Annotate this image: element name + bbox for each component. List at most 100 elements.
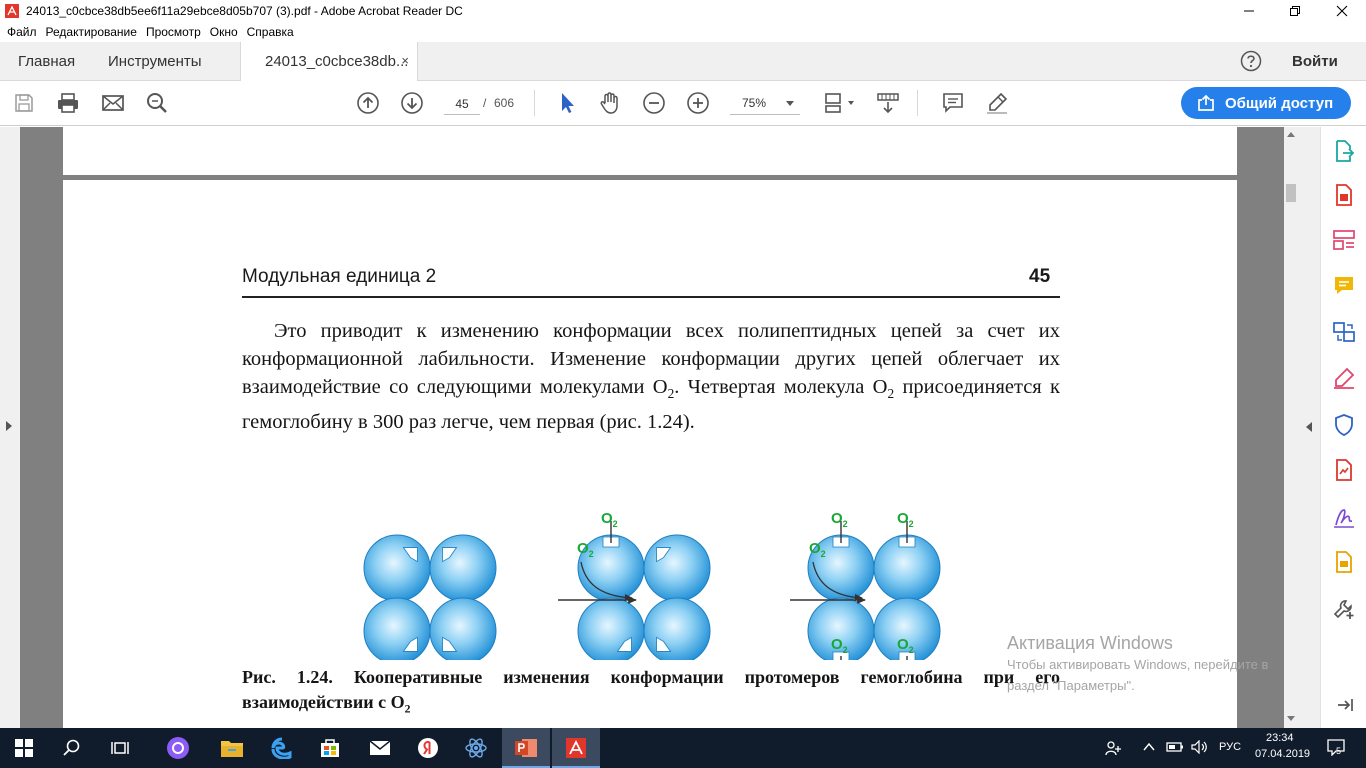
yandex-browser-icon[interactable] (404, 728, 452, 768)
comment-icon[interactable] (941, 91, 965, 115)
clock-time[interactable]: 23:34 (1266, 732, 1294, 744)
highlight-pen-icon[interactable] (985, 91, 1009, 115)
close-tab-icon[interactable]: × (401, 53, 409, 68)
select-pointer-icon[interactable] (555, 91, 579, 115)
sign-in-link[interactable]: Войти (1292, 53, 1338, 70)
protomer-globule (429, 534, 497, 602)
chevron-up-icon[interactable] (1142, 740, 1156, 754)
hand-tool-icon[interactable] (598, 91, 622, 115)
input-language-indicator[interactable]: РУС (1219, 741, 1241, 753)
email-icon[interactable] (101, 91, 125, 115)
chevron-down-icon (786, 101, 794, 106)
acrobat-taskbar-icon[interactable] (552, 728, 600, 768)
left-panel-toggle[interactable] (0, 127, 20, 728)
menu-bar: Файл Редактирование Просмотр Окно Справк… (0, 22, 1366, 42)
tab-document-label: 24013_c0cbce38db... (265, 53, 409, 70)
toolbar-divider (917, 90, 918, 116)
scroll-mode-icon[interactable] (876, 91, 900, 115)
more-tools-icon[interactable] (1332, 597, 1356, 621)
next-page-icon[interactable] (400, 91, 424, 115)
file-explorer-icon[interactable] (208, 728, 256, 768)
save-icon[interactable] (12, 91, 36, 115)
activation-watermark-line: Чтобы активировать Windows, перейдите в (1007, 657, 1269, 672)
page-fit-icon[interactable] (820, 91, 860, 115)
collapse-panel-icon[interactable] (1332, 693, 1356, 717)
activation-watermark-line: раздел "Параметры". (1007, 678, 1135, 693)
o2-label: O2 (601, 510, 618, 529)
scroll-down-arrow-icon[interactable] (1287, 716, 1295, 721)
o2-label: O2 (897, 510, 914, 529)
toolbar-divider (534, 90, 535, 116)
protomer-globule (363, 597, 431, 660)
scroll-up-arrow-icon[interactable] (1287, 132, 1295, 137)
page-number-input[interactable] (444, 93, 480, 115)
pdf-page-previous (63, 127, 1237, 175)
menu-file[interactable]: Файл (3, 25, 42, 39)
windows-start-icon[interactable] (0, 728, 48, 768)
edge-browser-icon[interactable] (258, 728, 306, 768)
tab-bar: Главная Инструменты 24013_c0cbce38db... … (0, 42, 1366, 81)
vertical-scrollbar[interactable] (1284, 127, 1298, 728)
clock-date[interactable]: 07.04.2019 (1255, 748, 1310, 760)
combine-files-icon[interactable] (1332, 320, 1356, 344)
protomer-globule (577, 597, 645, 660)
share-button-label: Общий доступ (1225, 94, 1334, 112)
protomer-globule (643, 597, 711, 660)
send-for-review-icon[interactable] (1332, 550, 1356, 574)
share-button[interactable]: Общий доступ (1181, 87, 1351, 119)
task-view-icon[interactable] (96, 728, 144, 768)
help-icon[interactable] (1240, 50, 1262, 72)
powerpoint-icon[interactable] (502, 728, 550, 768)
store-icon[interactable] (306, 728, 354, 768)
o2-label: O2 (831, 510, 848, 529)
tab-home[interactable]: Главная (18, 42, 75, 81)
page-running-header: Модульная единица 2 (242, 266, 437, 287)
zoom-in-icon[interactable] (686, 91, 710, 115)
send-for-signature-icon[interactable] (1332, 505, 1356, 529)
tab-tools[interactable]: Инструменты (108, 42, 202, 81)
taskbar: РУС 23:34 07.04.2019 5 (0, 728, 1366, 768)
volume-icon[interactable] (1191, 740, 1209, 754)
chevron-left-icon (1306, 422, 1312, 432)
pdf-optimize-icon[interactable] (1332, 458, 1356, 482)
chevron-right-icon (6, 421, 12, 431)
restore-button[interactable] (1272, 0, 1318, 22)
previous-page-icon[interactable] (356, 91, 380, 115)
protect-shield-icon[interactable] (1332, 413, 1356, 437)
search-icon[interactable] (145, 91, 169, 115)
tab-document[interactable]: 24013_c0cbce38db... × (240, 42, 418, 81)
page-separator: / (483, 96, 487, 110)
create-pdf-icon[interactable] (1332, 183, 1356, 207)
menu-edit[interactable]: Редактирование (42, 25, 142, 39)
people-icon[interactable] (1105, 740, 1123, 756)
menu-window[interactable]: Окно (206, 25, 243, 39)
battery-icon[interactable] (1166, 740, 1184, 754)
menu-help[interactable]: Справка (243, 25, 299, 39)
body-paragraph: Это приводит к изменению конформации все… (242, 320, 1060, 434)
close-window-button[interactable] (1318, 0, 1366, 22)
activation-watermark-title: Активация Windows (1007, 633, 1173, 653)
comment-tool-icon[interactable] (1332, 274, 1356, 298)
toolbar: / 606 75% Общий доступ (0, 81, 1366, 126)
scrollbar-thumb[interactable] (1286, 184, 1296, 202)
minimize-button[interactable] (1226, 0, 1272, 22)
menu-view[interactable]: Просмотр (142, 25, 206, 39)
edit-pdf-icon[interactable] (1332, 228, 1356, 252)
acrobat-app-icon (4, 3, 20, 19)
zoom-level-dropdown[interactable]: 75% (730, 93, 800, 115)
protomer-globule (643, 534, 711, 602)
right-panel-toggle[interactable] (1298, 127, 1320, 728)
tools-panel (1320, 127, 1366, 728)
export-pdf-icon[interactable] (1332, 139, 1356, 163)
alice-assistant-icon[interactable] (154, 728, 202, 768)
print-icon[interactable] (56, 91, 80, 115)
window-title: 24013_c0cbce38db5ee6f11a29ebce8d05b707 (… (26, 4, 463, 18)
search-taskbar-icon[interactable] (48, 728, 96, 768)
zoom-out-icon[interactable] (642, 91, 666, 115)
protomer-globule (363, 534, 431, 602)
fill-sign-icon[interactable] (1332, 366, 1356, 390)
atom-app-icon[interactable] (452, 728, 500, 768)
protomer-globule (429, 597, 497, 660)
mail-icon[interactable] (356, 728, 404, 768)
header-rule (242, 296, 1060, 298)
